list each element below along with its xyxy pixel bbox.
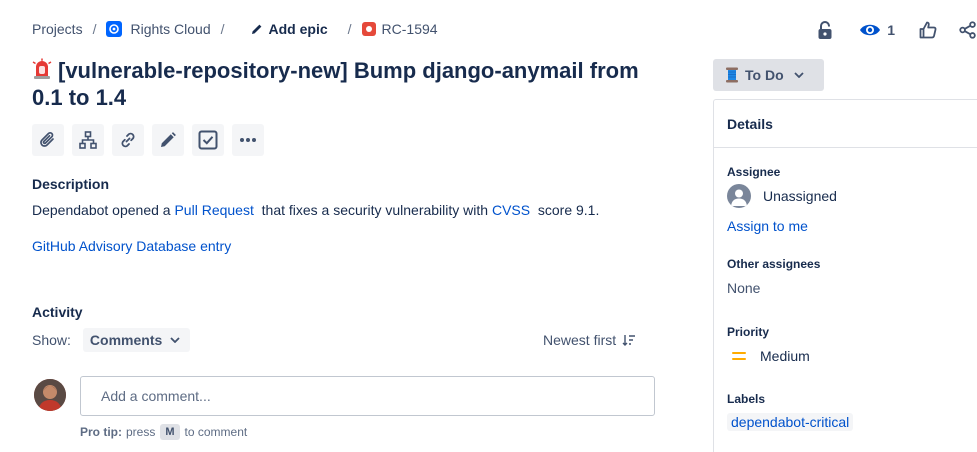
description-heading: Description <box>32 176 110 192</box>
issue-toolbar <box>32 124 264 156</box>
activity-filter: Show: Comments <box>32 328 191 352</box>
activity-heading: Activity <box>32 304 83 320</box>
link-issue-button[interactable] <box>112 124 144 156</box>
child-issue-icon <box>79 131 97 149</box>
issue-actions: 1 <box>815 16 977 44</box>
more-icon <box>240 138 256 142</box>
status-dropdown[interactable]: To Do <box>713 59 824 91</box>
protip-label: Pro tip: <box>80 425 122 439</box>
share-icon <box>959 21 976 39</box>
sort-order-label: Newest first <box>543 332 617 348</box>
assignee-label: Assignee <box>727 165 781 179</box>
breadcrumb-issue-key[interactable]: RC-1594 <box>361 21 438 37</box>
assign-to-me-link[interactable]: Assign to me <box>727 218 808 234</box>
subtask-button[interactable] <box>192 124 224 156</box>
protip: Pro tip: press M to comment <box>80 424 247 440</box>
status-label: To Do <box>745 67 784 83</box>
details-panel: Details Assignee Unassigned Assign to me… <box>713 99 977 452</box>
breadcrumb-projects[interactable]: Projects <box>32 21 83 37</box>
details-header[interactable]: Details <box>714 100 977 148</box>
issue-title-text: [vulnerable-repository-new] Bump django-… <box>32 58 639 110</box>
protip-text-end: to comment <box>184 425 248 439</box>
labels-label: Labels <box>727 392 766 406</box>
share-button[interactable] <box>959 20 977 40</box>
breadcrumb-project[interactable]: Rights Cloud <box>106 21 211 37</box>
assignee-value: Unassigned <box>763 188 837 204</box>
child-issue-button[interactable] <box>72 124 104 156</box>
edit-icon <box>161 132 176 147</box>
watch-count: 1 <box>887 22 895 38</box>
spool-icon <box>726 67 738 83</box>
sort-icon <box>622 335 636 346</box>
restriction-button[interactable] <box>815 20 835 40</box>
protip-text: press <box>126 425 156 439</box>
priority-value: Medium <box>760 348 810 364</box>
description-text[interactable]: Dependabot opened a Pull Request that fi… <box>32 202 599 218</box>
priority-field[interactable]: Medium <box>732 348 810 364</box>
label-chip[interactable]: dependabot-critical <box>727 413 854 431</box>
add-epic-button[interactable]: Add epic <box>251 21 328 37</box>
description-text-after: score 9.1. <box>530 202 600 218</box>
watch-button[interactable]: 1 <box>859 22 895 38</box>
comment-input[interactable]: Add a comment... <box>80 376 655 416</box>
other-assignees-label: Other assignees <box>727 257 821 271</box>
edit-button[interactable] <box>152 124 184 156</box>
vote-button[interactable] <box>919 21 937 39</box>
breadcrumb-separator: / <box>92 21 97 37</box>
more-actions-button[interactable] <box>232 124 264 156</box>
comments-filter-dropdown[interactable]: Comments <box>82 328 191 352</box>
eye-icon <box>860 24 881 36</box>
issue-title[interactable]: [vulnerable-repository-new] Bump django-… <box>32 57 672 111</box>
assignee-field[interactable]: Unassigned <box>727 184 837 208</box>
cvss-link[interactable]: CVSS <box>492 202 530 218</box>
breadcrumb: Projects / Rights Cloud / Add epic / RC-… <box>32 19 438 39</box>
chevron-down-icon <box>793 72 804 78</box>
priority-label: Priority <box>727 325 770 339</box>
sort-order-button[interactable]: Newest first <box>543 332 636 348</box>
thumbs-up-icon <box>919 21 937 39</box>
checkbox-icon <box>198 130 218 150</box>
description-text-middle: that fixes a security vulnerability with <box>253 202 492 218</box>
unassigned-avatar-icon <box>727 184 751 208</box>
attach-icon <box>40 132 54 147</box>
priority-medium-icon <box>732 352 746 360</box>
bug-type-icon <box>361 22 376 36</box>
chevron-down-icon <box>170 337 180 343</box>
pencil-icon <box>251 24 261 34</box>
unlock-icon <box>818 21 832 39</box>
description-text-before: Dependabot opened a <box>32 202 175 218</box>
add-epic-label: Add epic <box>268 21 328 37</box>
attach-button[interactable] <box>32 124 64 156</box>
issue-key-label: RC-1594 <box>381 21 438 37</box>
siren-icon <box>32 58 52 79</box>
advisory-link[interactable]: GitHub Advisory Database entry <box>32 238 231 254</box>
link-icon <box>121 132 135 148</box>
project-avatar-icon <box>106 21 123 37</box>
breadcrumb-separator: / <box>347 21 352 37</box>
other-assignees-value[interactable]: None <box>727 280 760 296</box>
show-label: Show: <box>32 332 71 348</box>
comments-filter-value: Comments <box>89 332 163 348</box>
avatar <box>34 379 66 411</box>
breadcrumb-separator: / <box>220 21 225 37</box>
pull-request-link[interactable]: Pull Request <box>174 202 253 218</box>
keyboard-shortcut: M <box>160 424 180 440</box>
breadcrumb-project-label: Rights Cloud <box>130 21 211 37</box>
